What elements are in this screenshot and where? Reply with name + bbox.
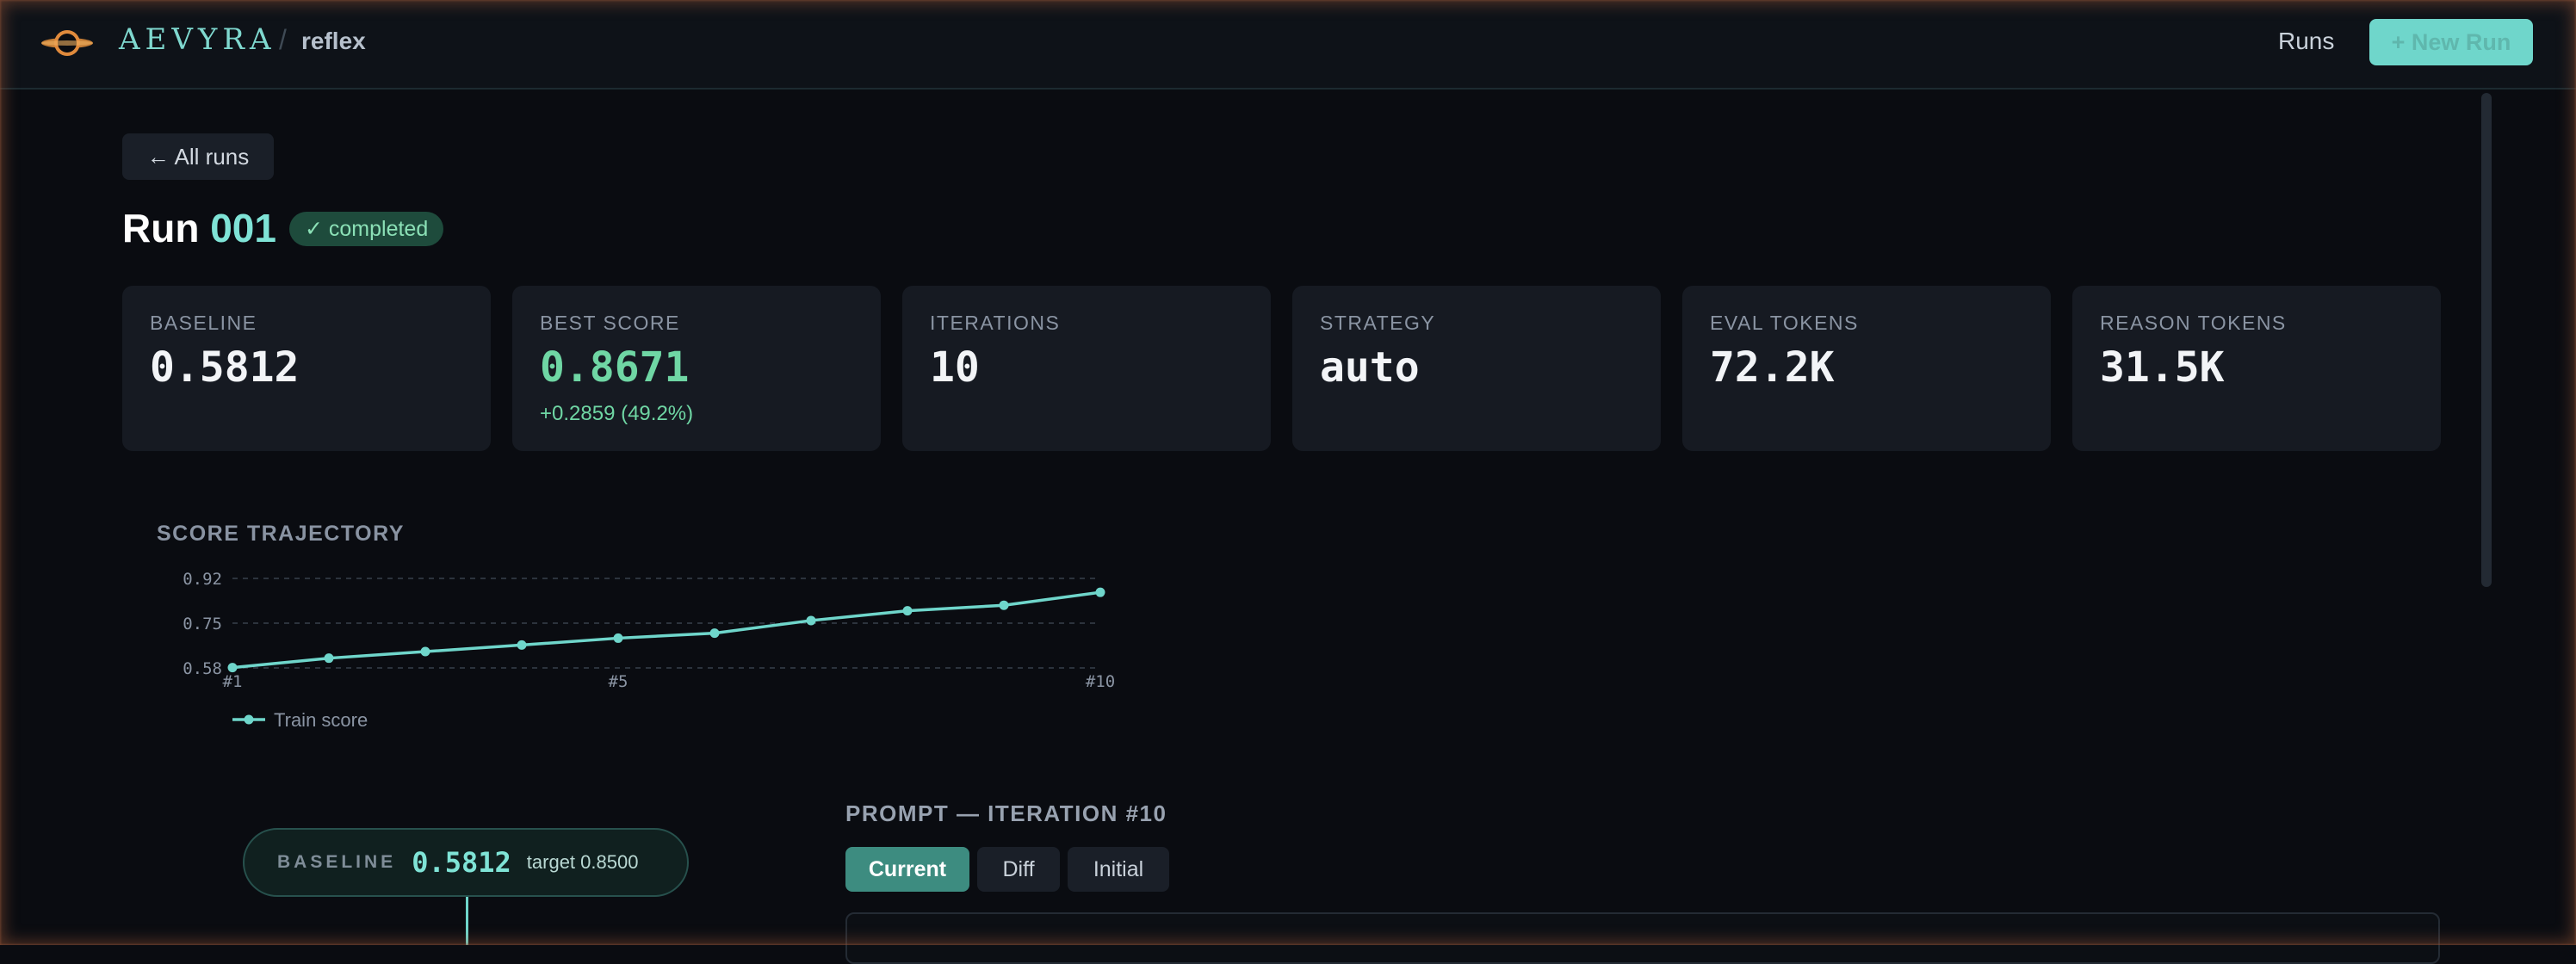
- chart-data-point: [1095, 587, 1105, 597]
- chart-data-point: [709, 628, 720, 639]
- baseline-node-label: BASELINE: [277, 852, 397, 872]
- all-runs-back-button[interactable]: ← All runs: [122, 133, 274, 180]
- status-badge: ✓ completed: [289, 212, 444, 246]
- chart-data-point: [324, 653, 334, 664]
- prompt-content-box: [845, 912, 2440, 964]
- chart-x-tick-label: #5: [609, 672, 629, 691]
- chart-y-tick-label: 0.75: [183, 615, 222, 633]
- chart-data-point: [420, 646, 430, 657]
- stat-card-reason-tokens: REASON TOKENS 31.5K: [2072, 286, 2441, 451]
- chart-x-tick-label: #10: [1086, 672, 1115, 691]
- stat-card-eval-tokens: EVAL TOKENS 72.2K: [1682, 286, 2051, 451]
- stat-card-strategy: STRATEGY auto: [1292, 286, 1661, 451]
- new-run-button[interactable]: + New Run: [2369, 19, 2533, 65]
- chart-legend-label: Train score: [274, 709, 368, 731]
- chart-data-point: [806, 615, 816, 626]
- chart-data-point: [517, 640, 527, 650]
- scrollbar-thumb[interactable]: [2481, 93, 2492, 587]
- chart-title: SCORE TRAJECTORY: [157, 522, 405, 546]
- stat-value: 72.2K: [1710, 343, 1835, 392]
- stat-label: BASELINE: [150, 312, 257, 334]
- stat-label: BEST SCORE: [540, 312, 680, 334]
- run-title-prefix: Run: [122, 206, 200, 250]
- stat-label: STRATEGY: [1320, 312, 1436, 334]
- breadcrumb-project[interactable]: reflex: [301, 28, 366, 55]
- stat-delta: +0.2859 (49.2%): [540, 402, 694, 425]
- score-trajectory-chart: 0.92 0.75 0.58#1 #5 #10 Train score: [183, 570, 1115, 731]
- baseline-node-target: target 0.8500: [526, 851, 639, 873]
- chart-y-tick-label: 0.58: [183, 659, 222, 678]
- chart-data-point: [902, 606, 913, 616]
- stat-label: REASON TOKENS: [2100, 312, 2287, 334]
- brand-name[interactable]: AEVYRA: [119, 22, 276, 57]
- chart-x-tick-label: #1: [223, 672, 243, 691]
- stat-card-baseline: BASELINE 0.5812: [122, 286, 491, 451]
- stat-value: 0.5812: [150, 343, 300, 392]
- chart-data-point: [613, 633, 623, 643]
- chart-data-point: [227, 663, 238, 673]
- tab-diff[interactable]: Diff: [977, 847, 1060, 892]
- run-number: 001: [210, 206, 276, 250]
- stat-card-best-score: BEST SCORE 0.8671 +0.2859 (49.2%): [512, 286, 881, 451]
- stat-value: 0.8671: [540, 343, 690, 392]
- stat-value: auto: [1320, 343, 1420, 392]
- prompt-section-title: PROMPT — ITERATION #10: [845, 800, 1167, 826]
- window-frame: [0, 0, 2576, 945]
- baseline-node-value: 0.5812: [412, 846, 511, 879]
- top-bar: AEVYRA / reflex Runs + New Run: [0, 0, 2576, 90]
- tab-current[interactable]: Current: [845, 847, 969, 892]
- stat-value: 10: [930, 343, 980, 392]
- tab-initial[interactable]: Initial: [1068, 847, 1169, 892]
- baseline-node[interactable]: BASELINE 0.5812 target 0.8500: [243, 828, 689, 897]
- tree-connector: [466, 897, 468, 945]
- eclipse-logo-icon: [41, 30, 93, 56]
- chart-legend-swatch-point: [244, 714, 254, 725]
- stat-label: ITERATIONS: [930, 312, 1061, 334]
- chart-data-point: [999, 600, 1009, 610]
- page-title: Run 001: [122, 205, 276, 251]
- stat-value: 31.5K: [2100, 343, 2225, 392]
- chart-y-tick-label: 0.92: [183, 570, 222, 589]
- nav-runs-link[interactable]: Runs: [2278, 28, 2334, 55]
- stat-label: EVAL TOKENS: [1710, 312, 1859, 334]
- stat-card-iterations: ITERATIONS 10: [902, 286, 1271, 451]
- chart-series-line: [232, 590, 1101, 670]
- breadcrumb-separator: /: [279, 24, 287, 55]
